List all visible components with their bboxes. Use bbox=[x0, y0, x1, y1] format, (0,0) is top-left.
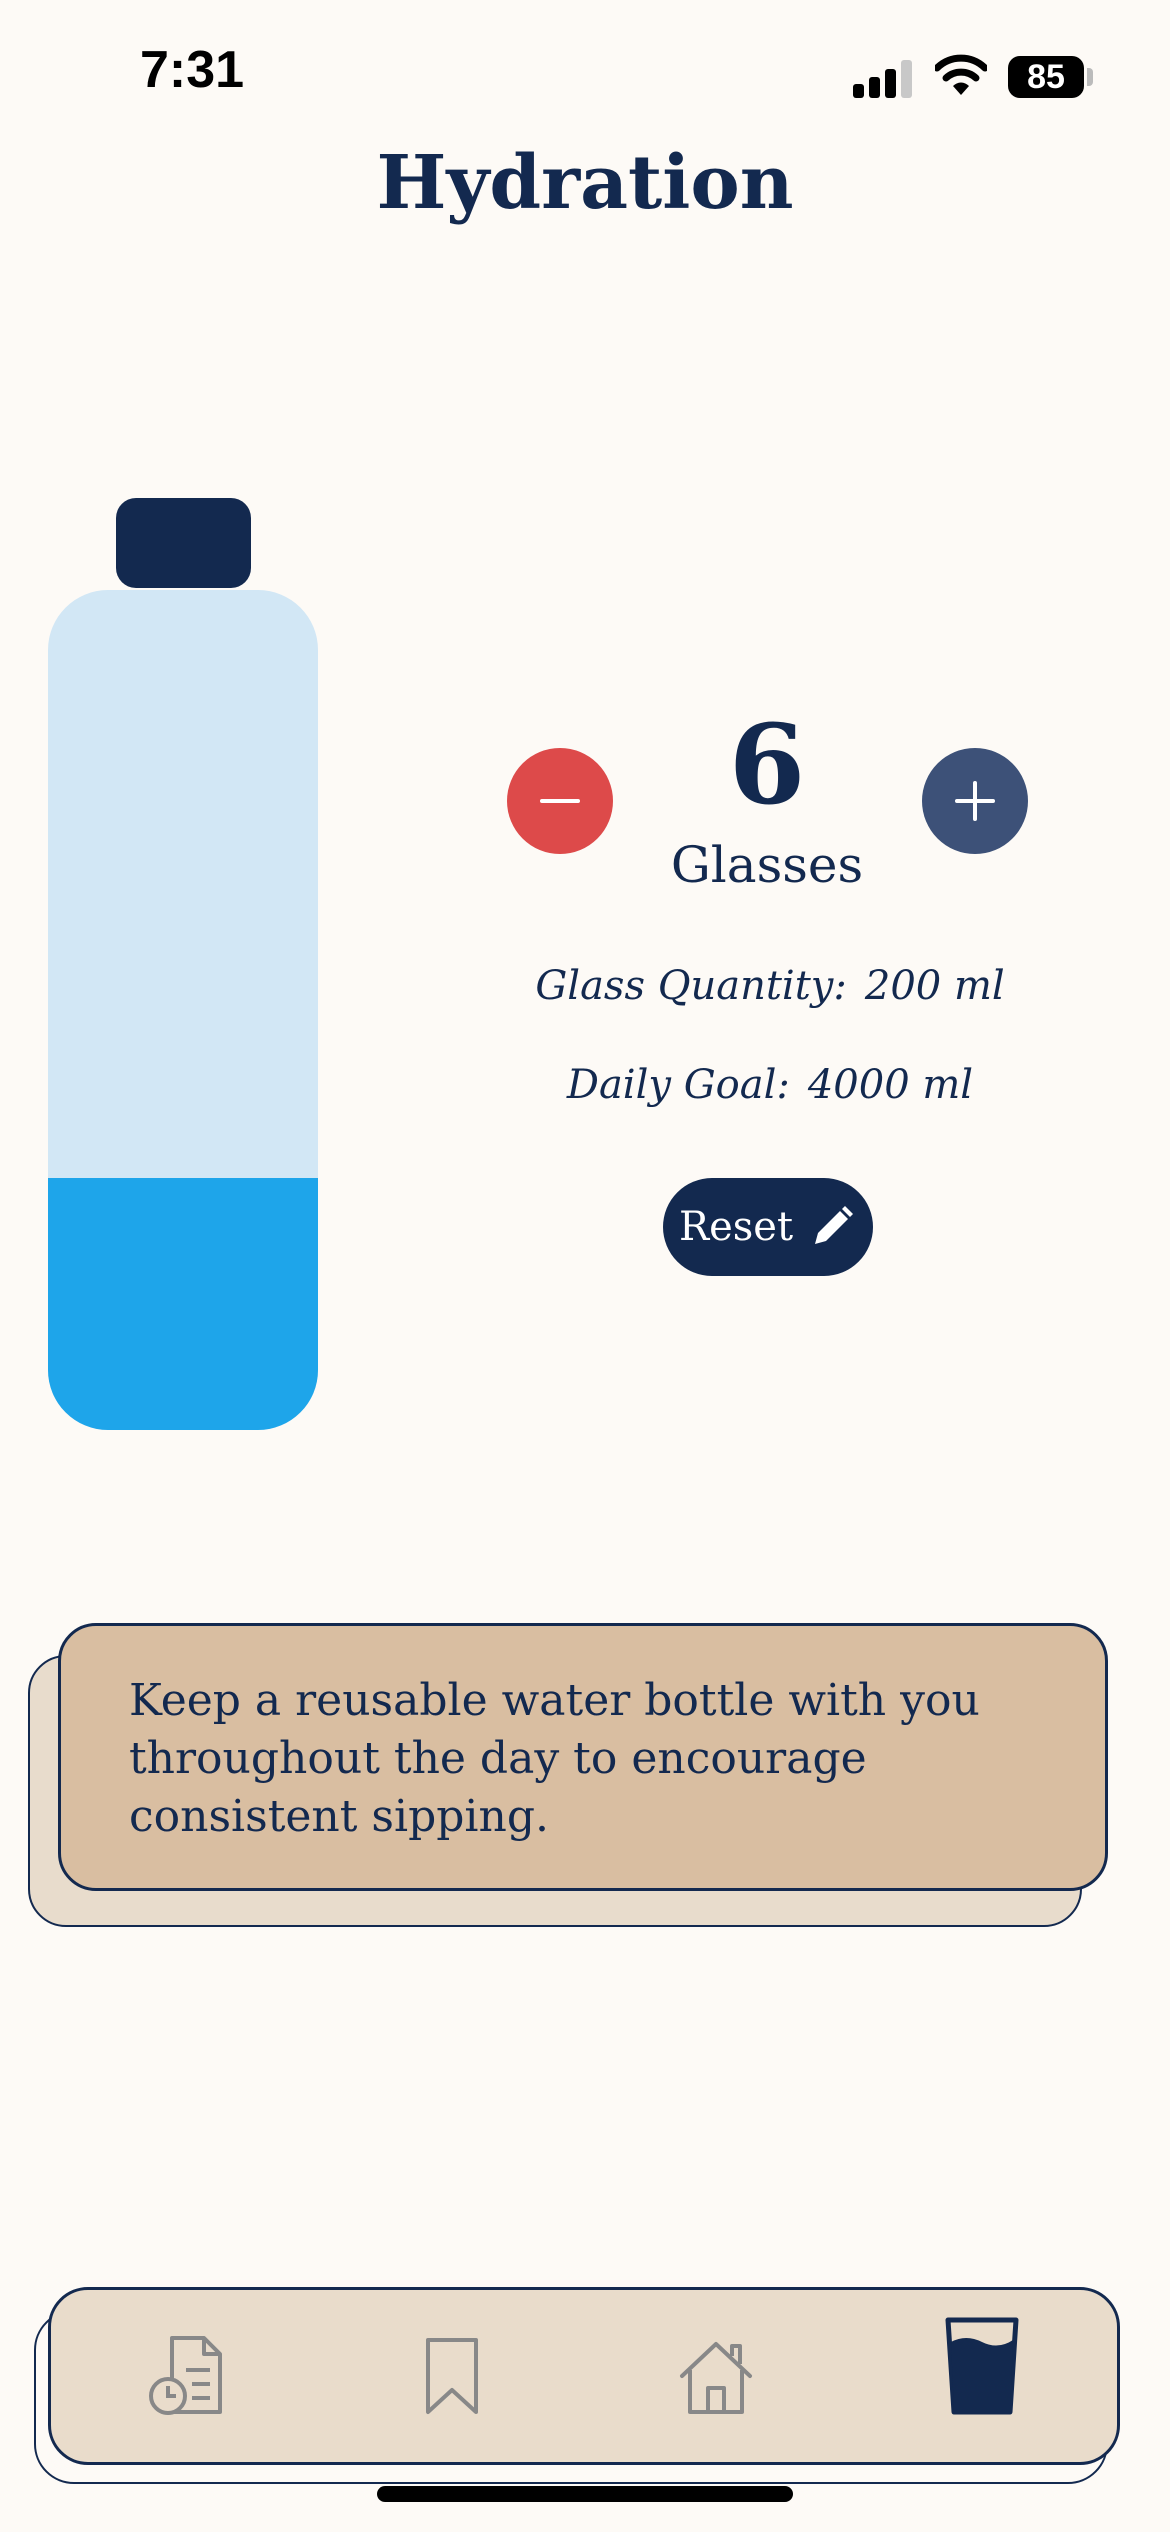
tip-text: Keep a reusable water bottle with you th… bbox=[129, 1675, 980, 1842]
water-bottle bbox=[48, 590, 318, 1430]
reset-label: Reset bbox=[678, 1204, 794, 1250]
reset-button[interactable]: Reset bbox=[663, 1178, 873, 1276]
wifi-icon bbox=[933, 52, 989, 98]
glass-quantity-value: 200 ml bbox=[864, 963, 1005, 1009]
minus-icon bbox=[540, 799, 580, 803]
bottle-water-level bbox=[48, 1178, 318, 1430]
increment-button[interactable] bbox=[922, 748, 1028, 854]
daily-goal: Daily Goal: 4000 ml bbox=[470, 1062, 1070, 1108]
home-icon bbox=[680, 2342, 752, 2414]
page-title: Hydration bbox=[376, 140, 794, 226]
battery-indicator: 85 bbox=[1008, 56, 1084, 98]
tab-bar bbox=[48, 2287, 1120, 2465]
pencil-icon bbox=[815, 1206, 854, 1244]
history-document-icon bbox=[149, 2336, 222, 2415]
glass-quantity-label: Glass Quantity: bbox=[535, 963, 847, 1009]
daily-goal-value: 4000 ml bbox=[807, 1062, 974, 1108]
home-indicator bbox=[377, 2486, 793, 2502]
daily-goal-label: Daily Goal: bbox=[566, 1062, 790, 1108]
hydration-tip-card: Keep a reusable water bottle with you th… bbox=[58, 1623, 1108, 1891]
cellular-signal-icon bbox=[853, 60, 915, 98]
plus-icon bbox=[955, 781, 995, 821]
glass-quantity: Glass Quantity: 200 ml bbox=[470, 963, 1070, 1009]
tab-home[interactable] bbox=[651, 2290, 781, 2462]
glass-count: 6 bbox=[728, 700, 806, 829]
tab-hydration[interactable] bbox=[917, 2280, 1047, 2452]
tab-history[interactable] bbox=[121, 2290, 251, 2462]
glass-count-unit: Glasses bbox=[670, 836, 864, 894]
bottle-cap bbox=[116, 498, 251, 588]
tab-bookmarks[interactable] bbox=[387, 2290, 517, 2462]
battery-cap bbox=[1087, 68, 1093, 86]
decrement-button[interactable] bbox=[507, 748, 613, 854]
status-time: 7:31 bbox=[140, 41, 245, 99]
water-glass-icon bbox=[945, 2317, 1019, 2415]
bookmark-icon bbox=[426, 2338, 478, 2414]
